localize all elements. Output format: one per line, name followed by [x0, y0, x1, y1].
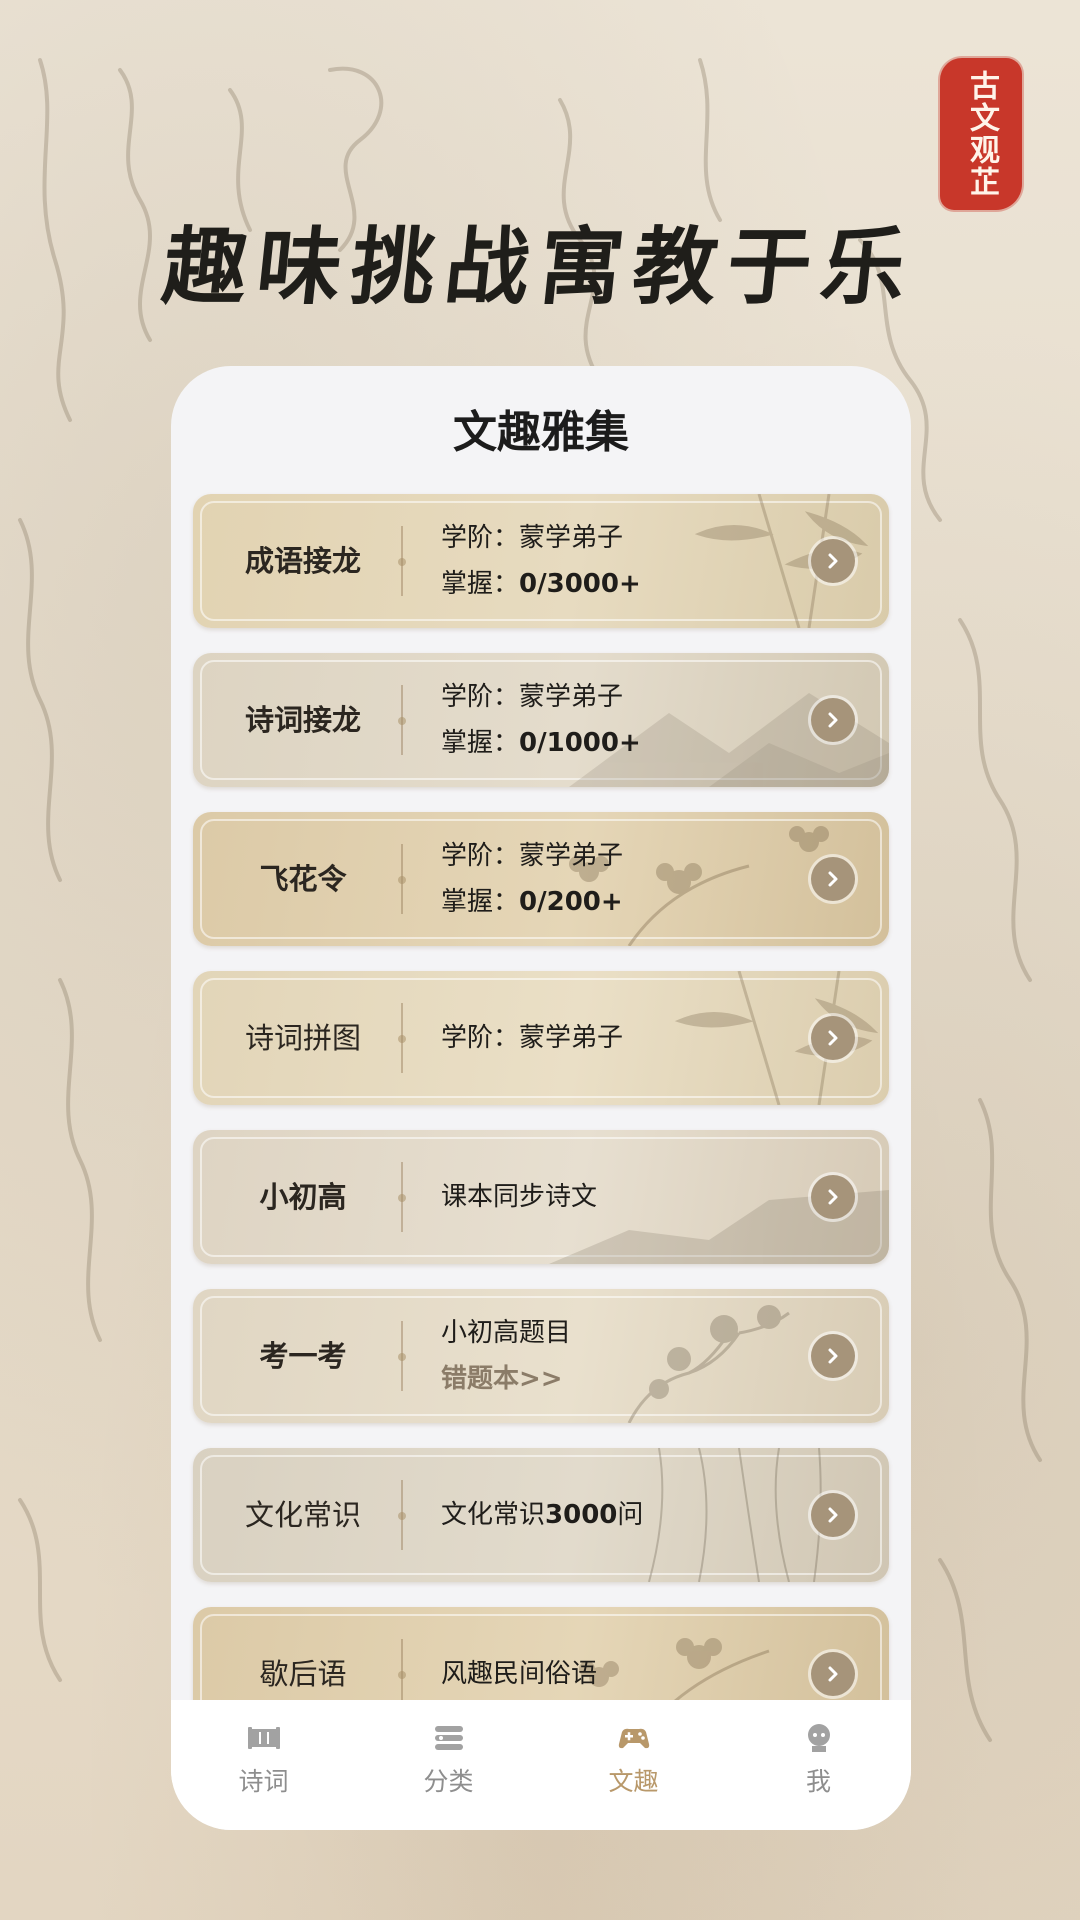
divider — [398, 1162, 406, 1232]
game-info: 学阶：蒙学弟子 — [441, 971, 623, 1105]
tab-label: 诗词 — [238, 1767, 289, 1796]
description-number: 3000 — [545, 1500, 618, 1530]
game-item-poem-chain[interactable]: 诗词接龙 学阶：蒙学弟子 掌握：0/1000+ — [193, 653, 889, 787]
enter-button[interactable] — [811, 1016, 855, 1060]
tab-fun[interactable]: 文趣 — [541, 1700, 726, 1830]
divider — [398, 685, 406, 755]
progress-line: 掌握：0/3000+ — [441, 566, 641, 602]
game-name: 文化常识 — [244, 1498, 361, 1532]
game-info: 课本同步诗文 — [441, 1130, 597, 1264]
category-icon — [434, 1726, 463, 1750]
chevron-right-icon — [828, 1189, 838, 1205]
divider — [398, 844, 406, 914]
progress-line: 掌握：0/1000+ — [441, 725, 641, 761]
chevron-right-icon — [828, 553, 838, 569]
progress-value: 0/200+ — [519, 887, 623, 917]
game-item-poem-puzzle[interactable]: 诗词拼图 学阶：蒙学弟子 — [193, 971, 889, 1105]
game-item-school-poems[interactable]: 小初高 课本同步诗文 — [193, 1130, 889, 1264]
level-text: 学阶：蒙学弟子 — [441, 523, 624, 553]
tab-label: 分类 — [423, 1767, 474, 1796]
game-item-quiz[interactable]: 考一考 小初高题目 错题本>> — [193, 1289, 889, 1423]
divider — [398, 1639, 406, 1709]
progress-value: 0/3000+ — [519, 569, 641, 599]
enter-button[interactable] — [811, 1652, 855, 1696]
seal-text: 古文观芷 — [964, 70, 999, 198]
game-item-culture-knowledge[interactable]: 文化常识 文化常识3000问 — [193, 1448, 889, 1582]
page-title: 文趣雅集 — [453, 407, 629, 458]
divider — [398, 1003, 406, 1073]
game-info: 学阶：蒙学弟子 掌握：0/3000+ — [441, 494, 641, 628]
game-info: 学阶：蒙学弟子 掌握：0/1000+ — [441, 653, 641, 787]
game-info: 学阶：蒙学弟子 掌握：0/200+ — [441, 812, 623, 946]
game-name: 小初高 — [259, 1180, 347, 1214]
level-text: 学阶：蒙学弟子 — [441, 1023, 624, 1053]
chevron-right-icon — [828, 1507, 838, 1523]
level-text: 学阶：蒙学弟子 — [441, 682, 624, 712]
game-name: 成语接龙 — [244, 544, 361, 578]
gamepad-icon — [618, 1728, 649, 1749]
tab-poems[interactable]: 诗词 — [171, 1700, 356, 1830]
level-text: 学阶：蒙学弟子 — [441, 841, 624, 871]
divider — [398, 1480, 406, 1550]
tab-me[interactable]: 我 — [726, 1700, 911, 1830]
divider — [398, 526, 406, 596]
book-icon — [247, 1727, 280, 1749]
game-info: 文化常识3000问 — [441, 1448, 643, 1582]
profile-icon — [807, 1724, 830, 1752]
game-list: 成语接龙 学阶：蒙学弟子 掌握：0/3000+ 诗词接龙 学阶：蒙学弟子 掌握：… — [193, 494, 889, 1766]
description-text: 课本同步诗文 — [441, 1182, 598, 1212]
game-item-flying-flower[interactable]: 飞花令 学阶：蒙学弟子 掌握：0/200+ — [193, 812, 889, 946]
description-prefix: 文化常识 — [441, 1500, 546, 1530]
enter-button[interactable] — [811, 1493, 855, 1537]
headline: 趣味挑战寓教于乐 — [158, 217, 921, 316]
enter-button[interactable] — [811, 539, 855, 583]
game-name: 诗词拼图 — [244, 1021, 361, 1055]
bottom-tab-bar: 诗词 分类 文趣 我 — [171, 1700, 911, 1830]
chevron-right-icon — [828, 712, 838, 728]
description-text: 文化常识3000问 — [441, 1497, 643, 1533]
divider — [398, 1321, 406, 1391]
description-text: 小初高题目 — [441, 1318, 572, 1348]
seal-logo: 古文观芷 — [940, 58, 1022, 210]
game-info: 小初高题目 错题本>> — [441, 1289, 571, 1423]
enter-button[interactable] — [811, 1334, 855, 1378]
game-name: 考一考 — [259, 1339, 347, 1373]
app-card: 文趣雅集 成语接龙 学阶：蒙学弟子 掌握：0/3000+ 诗词接龙 学阶：蒙学弟… — [171, 366, 911, 1830]
enter-button[interactable] — [811, 698, 855, 742]
game-name: 飞花令 — [259, 862, 347, 896]
chevron-right-icon — [828, 1348, 838, 1364]
chevron-right-icon — [828, 871, 838, 887]
enter-button[interactable] — [811, 1175, 855, 1219]
progress-label: 掌握： — [441, 728, 520, 758]
tab-label: 文趣 — [608, 1767, 659, 1796]
wrong-answers-link[interactable]: 错题本>> — [441, 1361, 571, 1397]
progress-label: 掌握： — [441, 569, 520, 599]
progress-line: 掌握：0/200+ — [441, 884, 623, 920]
chevron-right-icon — [828, 1030, 838, 1046]
game-item-idiom-chain[interactable]: 成语接龙 学阶：蒙学弟子 掌握：0/3000+ — [193, 494, 889, 628]
tab-label: 我 — [805, 1767, 831, 1796]
tab-category[interactable]: 分类 — [356, 1700, 541, 1830]
enter-button[interactable] — [811, 857, 855, 901]
description-suffix: 问 — [617, 1500, 644, 1530]
chevron-right-icon — [828, 1666, 838, 1682]
game-name: 诗词接龙 — [244, 703, 361, 737]
progress-label: 掌握： — [441, 887, 520, 917]
description-text: 风趣民间俗语 — [441, 1659, 598, 1689]
progress-value: 0/1000+ — [519, 728, 641, 758]
